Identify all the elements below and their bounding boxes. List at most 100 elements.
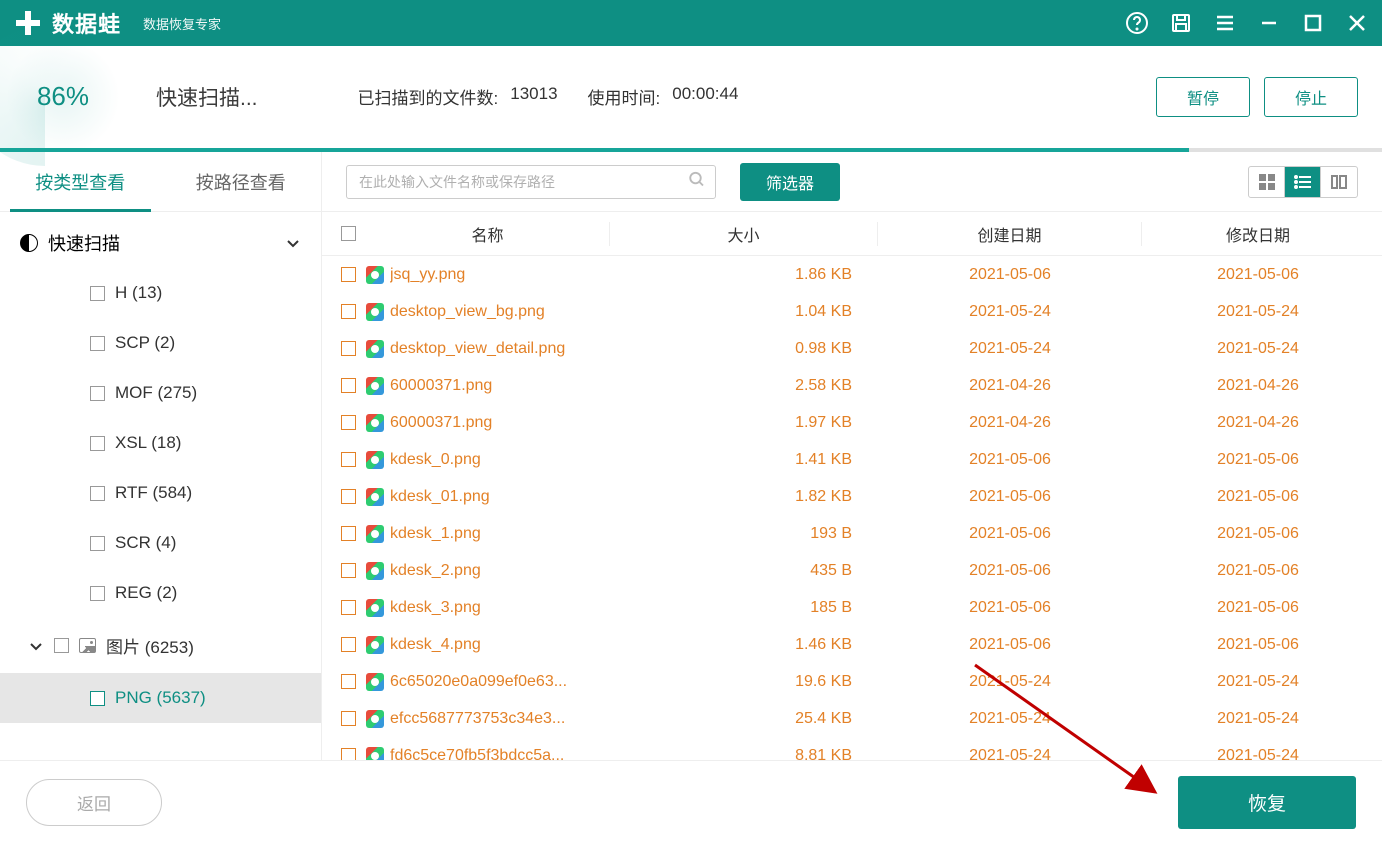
pause-button[interactable]: 暂停: [1156, 77, 1250, 117]
tab-by-type[interactable]: 按类型查看: [0, 152, 161, 211]
tree-item[interactable]: SCR (4): [0, 518, 321, 568]
stop-button[interactable]: 停止: [1264, 77, 1358, 117]
search-icon[interactable]: [688, 170, 706, 193]
titlebar-controls: [1124, 10, 1370, 36]
checkbox[interactable]: [341, 748, 356, 760]
scanned-count: 13013: [510, 84, 557, 109]
tree-item-label: MOF (275): [115, 383, 197, 403]
tree-item-png[interactable]: PNG (5637): [0, 673, 321, 723]
table-row[interactable]: 6c65020e0a099ef0e63... 19.6 KB 2021-05-2…: [322, 663, 1382, 700]
file-size: 185 B: [610, 599, 878, 617]
table-row[interactable]: kdesk_01.png 1.82 KB 2021-05-06 2021-05-…: [322, 478, 1382, 515]
tree-item-label: REG (2): [115, 583, 177, 603]
maximize-icon[interactable]: [1300, 10, 1326, 36]
file-name: 60000371.png: [390, 414, 492, 432]
checkbox[interactable]: [341, 452, 356, 467]
file-created: 2021-05-06: [878, 525, 1142, 543]
tree-item-label: XSL (18): [115, 433, 181, 453]
checkbox[interactable]: [90, 336, 105, 351]
checkbox[interactable]: [341, 489, 356, 504]
scan-mode-label: 快速扫描...: [156, 82, 258, 112]
tree-item[interactable]: MOF (275): [0, 368, 321, 418]
tree-item[interactable]: H (13): [0, 268, 321, 318]
table-row[interactable]: kdesk_2.png 435 B 2021-05-06 2021-05-06: [322, 552, 1382, 589]
checkbox[interactable]: [341, 674, 356, 689]
file-created: 2021-05-06: [878, 599, 1142, 617]
checkbox[interactable]: [341, 415, 356, 430]
checkbox[interactable]: [90, 691, 105, 706]
view-mode-grid[interactable]: [1249, 167, 1285, 197]
tree-group-images[interactable]: 图片 (6253): [0, 618, 321, 673]
chevron-down-icon: [28, 638, 44, 654]
tree-item[interactable]: XSL (18): [0, 418, 321, 468]
checkbox[interactable]: [341, 378, 356, 393]
table-row[interactable]: kdesk_4.png 1.46 KB 2021-05-06 2021-05-0…: [322, 626, 1382, 663]
view-mode-list[interactable]: [1285, 167, 1321, 197]
checkbox[interactable]: [341, 563, 356, 578]
file-modified: 2021-05-06: [1142, 488, 1374, 506]
table-body[interactable]: jsq_yy.png 1.86 KB 2021-05-06 2021-05-06…: [322, 256, 1382, 760]
table-row[interactable]: 60000371.png 1.97 KB 2021-04-26 2021-04-…: [322, 404, 1382, 441]
file-modified: 2021-05-06: [1142, 599, 1374, 617]
filter-button[interactable]: 筛选器: [740, 163, 840, 201]
select-all-checkbox[interactable]: [341, 226, 356, 241]
save-icon[interactable]: [1168, 10, 1194, 36]
file-icon: [366, 673, 384, 691]
file-created: 2021-05-24: [878, 303, 1142, 321]
table-row[interactable]: kdesk_0.png 1.41 KB 2021-05-06 2021-05-0…: [322, 441, 1382, 478]
file-name: 6c65020e0a099ef0e63...: [390, 673, 567, 691]
checkbox[interactable]: [90, 286, 105, 301]
tree-item-label: SCP (2): [115, 333, 175, 353]
checkbox[interactable]: [90, 436, 105, 451]
scan-stats: 已扫描到的文件数:13013 使用时间:00:00:44: [358, 84, 739, 109]
tab-by-path[interactable]: 按路径查看: [161, 152, 322, 211]
file-modified: 2021-05-06: [1142, 451, 1374, 469]
header-size[interactable]: 大小: [610, 222, 878, 246]
tree-item[interactable]: SCP (2): [0, 318, 321, 368]
checkbox[interactable]: [341, 304, 356, 319]
table-row[interactable]: fd6c5ce70fb5f3bdcc5a... 8.81 KB 2021-05-…: [322, 737, 1382, 760]
file-size: 25.4 KB: [610, 710, 878, 728]
checkbox[interactable]: [341, 711, 356, 726]
file-modified: 2021-04-26: [1142, 377, 1374, 395]
table-row[interactable]: jsq_yy.png 1.86 KB 2021-05-06 2021-05-06: [322, 256, 1382, 293]
checkbox[interactable]: [90, 586, 105, 601]
header-modified[interactable]: 修改日期: [1142, 222, 1374, 246]
file-size: 435 B: [610, 562, 878, 580]
search-input[interactable]: [346, 165, 716, 199]
toolbar: 筛选器: [322, 152, 1382, 212]
checkbox[interactable]: [90, 386, 105, 401]
footer: 返回 恢复: [0, 760, 1382, 844]
table-row[interactable]: efcc5687773753c34e3... 25.4 KB 2021-05-2…: [322, 700, 1382, 737]
recover-button[interactable]: 恢复: [1178, 776, 1356, 829]
checkbox[interactable]: [341, 526, 356, 541]
table-row[interactable]: desktop_view_bg.png 1.04 KB 2021-05-24 2…: [322, 293, 1382, 330]
menu-icon[interactable]: [1212, 10, 1238, 36]
checkbox[interactable]: [90, 486, 105, 501]
file-modified: 2021-05-24: [1142, 710, 1374, 728]
table-row[interactable]: kdesk_3.png 185 B 2021-05-06 2021-05-06: [322, 589, 1382, 626]
checkbox[interactable]: [90, 536, 105, 551]
checkbox[interactable]: [341, 341, 356, 356]
checkbox[interactable]: [54, 638, 69, 653]
progress-percent: 86%: [37, 81, 89, 112]
tree-root-quick-scan[interactable]: 快速扫描: [0, 218, 321, 268]
tree-item[interactable]: RTF (584): [0, 468, 321, 518]
file-size: 1.82 KB: [610, 488, 878, 506]
header-created[interactable]: 创建日期: [878, 222, 1142, 246]
back-button[interactable]: 返回: [26, 779, 162, 826]
progress-indicator: 86%: [0, 46, 126, 148]
header-name[interactable]: 名称: [366, 222, 610, 246]
help-icon[interactable]: [1124, 10, 1150, 36]
minimize-icon[interactable]: [1256, 10, 1282, 36]
close-icon[interactable]: [1344, 10, 1370, 36]
checkbox[interactable]: [341, 637, 356, 652]
checkbox[interactable]: [341, 267, 356, 282]
view-mode-detail[interactable]: [1321, 167, 1357, 197]
table-row[interactable]: kdesk_1.png 193 B 2021-05-06 2021-05-06: [322, 515, 1382, 552]
checkbox[interactable]: [341, 600, 356, 615]
tree-item[interactable]: REG (2): [0, 568, 321, 618]
table-row[interactable]: 60000371.png 2.58 KB 2021-04-26 2021-04-…: [322, 367, 1382, 404]
table-row[interactable]: desktop_view_detail.png 0.98 KB 2021-05-…: [322, 330, 1382, 367]
time-label: 使用时间:: [588, 84, 661, 109]
